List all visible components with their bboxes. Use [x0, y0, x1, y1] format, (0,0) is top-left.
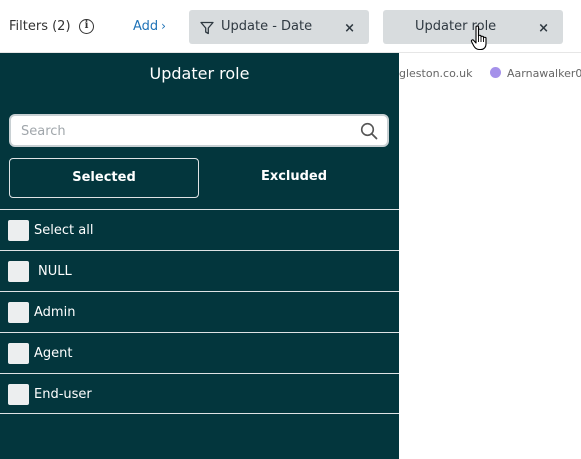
option-label: Select all — [34, 223, 94, 238]
filter-chip-update-date[interactable]: Update - Date × — [189, 10, 369, 44]
search-input[interactable] — [21, 122, 341, 140]
option-agent[interactable]: Agent — [0, 332, 399, 373]
filter-chip-label: Update - Date — [221, 19, 313, 34]
checkbox[interactable] — [8, 343, 29, 364]
tab-excluded[interactable]: Excluded — [199, 158, 389, 198]
background-email-text: gleston.co.uk — [399, 67, 473, 80]
role-option-list: Select all NULL Admin Agent End-user — [0, 209, 399, 414]
filter-bar: Filters (2) i Add › Update - Date × Updat… — [0, 0, 581, 53]
checkbox[interactable] — [8, 302, 29, 323]
search-icon[interactable] — [360, 122, 378, 140]
option-end-user[interactable]: End-user — [0, 373, 399, 414]
close-icon[interactable]: × — [344, 21, 355, 36]
option-label: End-user — [34, 387, 92, 402]
panel-title: Updater role — [149, 64, 250, 83]
filter-chip-updater-role[interactable]: Updater role × — [383, 10, 563, 44]
option-label: NULL — [38, 264, 72, 279]
chevron-right-icon: › — [161, 19, 166, 33]
user-status-dot — [490, 67, 501, 78]
updater-role-filter-panel: Updater role Selected Excluded Select al… — [0, 53, 399, 459]
option-label: Agent — [34, 346, 73, 361]
funnel-icon — [200, 21, 214, 35]
option-label: Admin — [34, 305, 76, 320]
filter-chip-label: Updater role — [415, 19, 497, 34]
info-icon[interactable]: i — [79, 19, 94, 34]
option-select-all[interactable]: Select all — [0, 209, 399, 250]
option-admin[interactable]: Admin — [0, 291, 399, 332]
background-user-entry: Aarnawalker00 — [490, 67, 581, 80]
filters-count-label: Filters (2) — [9, 19, 71, 34]
search-field[interactable] — [9, 114, 389, 147]
background-user-name: Aarnawalker00 — [507, 67, 581, 80]
checkbox[interactable] — [8, 384, 29, 405]
add-filter-label: Add — [133, 19, 159, 34]
checkbox[interactable] — [8, 220, 29, 241]
option-null[interactable]: NULL — [0, 250, 399, 291]
checkbox[interactable] — [8, 261, 29, 282]
tab-selected[interactable]: Selected — [9, 158, 199, 198]
add-filter-link[interactable]: Add › — [133, 19, 166, 34]
close-icon[interactable]: × — [538, 21, 549, 36]
